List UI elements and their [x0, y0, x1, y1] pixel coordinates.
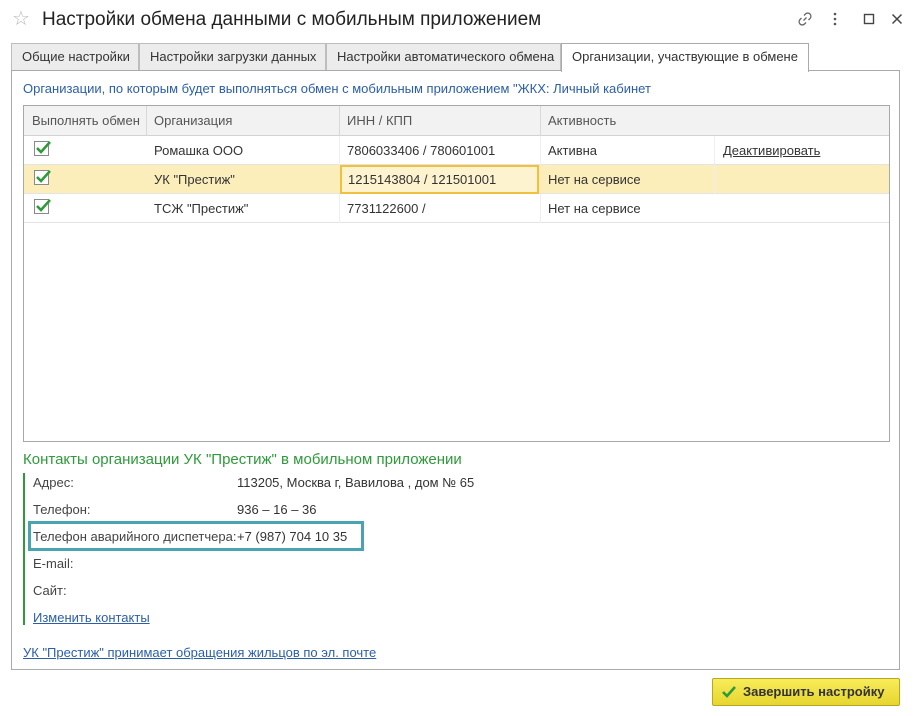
activity-cell: Нет на сервисе — [548, 201, 641, 216]
table-header: Выполнять обмен Организация ИНН / КПП Ак… — [24, 106, 889, 136]
column-header-activity[interactable]: Активность — [540, 106, 840, 136]
checkmark-icon — [36, 141, 51, 154]
emergency-phone-value: +7 (987) 704 10 35 — [237, 529, 348, 544]
table-row[interactable]: УК "Престиж" 1215143804 / 121501001 Нет … — [24, 165, 889, 194]
email-requests-link[interactable]: УК "Престиж" принимает обращения жильцов… — [23, 645, 376, 660]
phone-label: Телефон: — [33, 502, 91, 517]
inn-kpp-cell: 7806033406 / 780601001 — [347, 143, 496, 158]
address-label: Адрес: — [33, 475, 74, 490]
tab-load-settings[interactable]: Настройки загрузки данных — [139, 43, 326, 70]
maximize-icon[interactable] — [860, 10, 878, 28]
edit-contacts-link[interactable]: Изменить контакты — [33, 610, 150, 625]
column-header-inn-kpp[interactable]: ИНН / КПП — [339, 106, 540, 136]
phone-value: 936 – 16 – 36 — [237, 502, 317, 517]
checkmark-icon — [36, 170, 51, 183]
organizations-description: Организации, по которым будет выполнятьс… — [23, 81, 651, 96]
address-value: 113205, Москва г, Вавилова , дом № 65 — [237, 475, 475, 490]
exchange-checkbox[interactable] — [34, 199, 51, 214]
checkmark-icon — [36, 199, 51, 212]
activity-cell: Активна — [548, 143, 598, 158]
emergency-phone-label: Телефон аварийного диспетчера: — [33, 529, 237, 544]
checkmark-icon — [722, 686, 736, 698]
link-icon[interactable] — [796, 10, 814, 28]
organization-cell: Ромашка ООО — [154, 143, 244, 158]
exchange-checkbox[interactable] — [34, 170, 51, 185]
star-icon[interactable]: ☆ — [12, 8, 30, 30]
menu-icon[interactable] — [826, 10, 844, 28]
tab-auto-exchange[interactable]: Настройки автоматического обмена — [326, 43, 561, 70]
deactivate-link[interactable]: Деактивировать — [723, 136, 820, 165]
finish-setup-label: Завершить настройку — [743, 684, 885, 699]
tab-general-settings[interactable]: Общие настройки — [11, 43, 139, 70]
tab-panel: Организации, по которым будет выполнятьс… — [11, 70, 900, 670]
inn-kpp-cell: 7731122600 / — [347, 201, 426, 216]
contacts-group-bar — [23, 473, 25, 625]
table-row[interactable]: ТСЖ "Престиж" 7731122600 / Нет на сервис… — [24, 194, 889, 223]
activity-cell: Нет на сервисе — [548, 172, 641, 187]
site-label: Сайт: — [33, 583, 67, 598]
exchange-checkbox[interactable] — [34, 141, 51, 156]
tab-organizations[interactable]: Организации, участвующие в обмене — [561, 43, 809, 72]
column-header-exchange[interactable]: Выполнять обмен — [24, 106, 146, 136]
close-icon[interactable] — [888, 10, 906, 28]
organizations-table: Выполнять обмен Организация ИНН / КПП Ак… — [23, 105, 890, 442]
title-bar: ☆ Настройки обмена данными с мобильным п… — [0, 0, 918, 40]
organization-cell: УК "Престиж" — [154, 172, 235, 187]
organization-cell: ТСЖ "Престиж" — [154, 201, 249, 216]
contacts-title: Контакты организации УК "Престиж" в моби… — [23, 451, 462, 468]
finish-setup-button[interactable]: Завершить настройку — [712, 678, 900, 706]
column-header-organization[interactable]: Организация — [146, 106, 339, 136]
window-title: Настройки обмена данными с мобильным при… — [42, 9, 542, 30]
inn-kpp-cell[interactable]: 1215143804 / 121501001 — [340, 165, 539, 194]
email-label: E-mail: — [33, 556, 74, 571]
table-row[interactable]: Ромашка ООО 7806033406 / 780601001 Актив… — [24, 136, 889, 165]
